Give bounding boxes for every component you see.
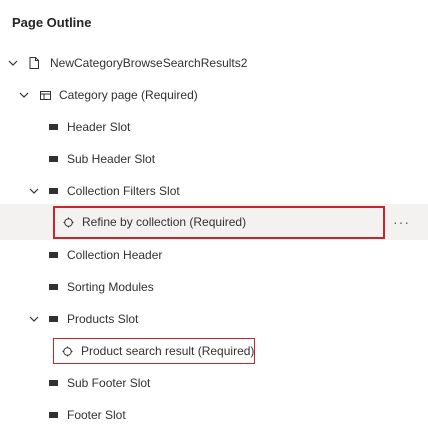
tree-item-root[interactable]: NewCategoryBrowseSearchResults2 — [0, 47, 428, 79]
tree-item-label: Refine by collection (Required) — [82, 215, 247, 229]
tree-item-sub-header-slot[interactable]: Sub Header Slot — [0, 143, 428, 175]
highlight-box: Product search result (Required) — [53, 338, 255, 364]
tree-item-sub-footer-slot[interactable]: Sub Footer Slot — [0, 367, 428, 399]
tree-item-sorting-modules[interactable]: Sorting Modules — [0, 271, 428, 303]
tree-item-label: Products Slot — [67, 312, 139, 326]
slot-icon — [49, 284, 58, 290]
highlight-box: Refine by collection (Required) — [53, 205, 385, 239]
tree-item-collection-header[interactable]: Collection Header — [0, 239, 428, 271]
tree-item-refine-by-collection[interactable]: Refine by collection (Required) ··· — [0, 204, 428, 240]
chevron-down-icon[interactable] — [8, 58, 18, 68]
tree-item-label: Collection Filters Slot — [67, 184, 180, 198]
tree-item-label: Category page (Required) — [59, 88, 198, 102]
page-icon — [28, 57, 40, 69]
slot-icon — [49, 412, 58, 418]
layout-icon — [39, 90, 51, 100]
tree-item-label: Product search result (Required) — [81, 344, 255, 358]
tree-item-category-page[interactable]: Category page (Required) — [0, 79, 428, 111]
tree-item-label: Collection Header — [67, 248, 163, 262]
tree-item-label: Header Slot — [67, 120, 131, 134]
chevron-down-icon[interactable] — [19, 90, 29, 100]
slot-icon — [49, 188, 58, 194]
tree-item-product-search-result[interactable]: Product search result (Required) — [0, 335, 428, 367]
tree-item-label: Sub Footer Slot — [67, 376, 151, 390]
panel-title: Page Outline — [12, 15, 92, 30]
tree-item-products-slot[interactable]: Products Slot — [0, 303, 428, 335]
slot-icon — [49, 316, 58, 322]
chevron-down-icon[interactable] — [29, 186, 39, 196]
slot-icon — [49, 156, 58, 162]
slot-icon — [49, 124, 58, 130]
slot-icon — [49, 380, 58, 386]
tree-item-label: Sorting Modules — [67, 280, 154, 294]
chevron-down-icon[interactable] — [29, 314, 39, 324]
tree-item-label: Sub Header Slot — [67, 152, 156, 166]
module-icon — [63, 217, 74, 228]
more-actions-button[interactable]: ··· — [393, 214, 410, 230]
tree-item-footer-slot[interactable]: Footer Slot — [0, 399, 428, 431]
tree-item-collection-filters-slot[interactable]: Collection Filters Slot — [0, 175, 428, 207]
module-icon — [62, 346, 73, 357]
slot-icon — [49, 252, 58, 258]
tree-item-header-slot[interactable]: Header Slot — [0, 111, 428, 143]
tree-item-label: NewCategoryBrowseSearchResults2 — [50, 56, 248, 70]
tree-item-label: Footer Slot — [67, 408, 126, 422]
